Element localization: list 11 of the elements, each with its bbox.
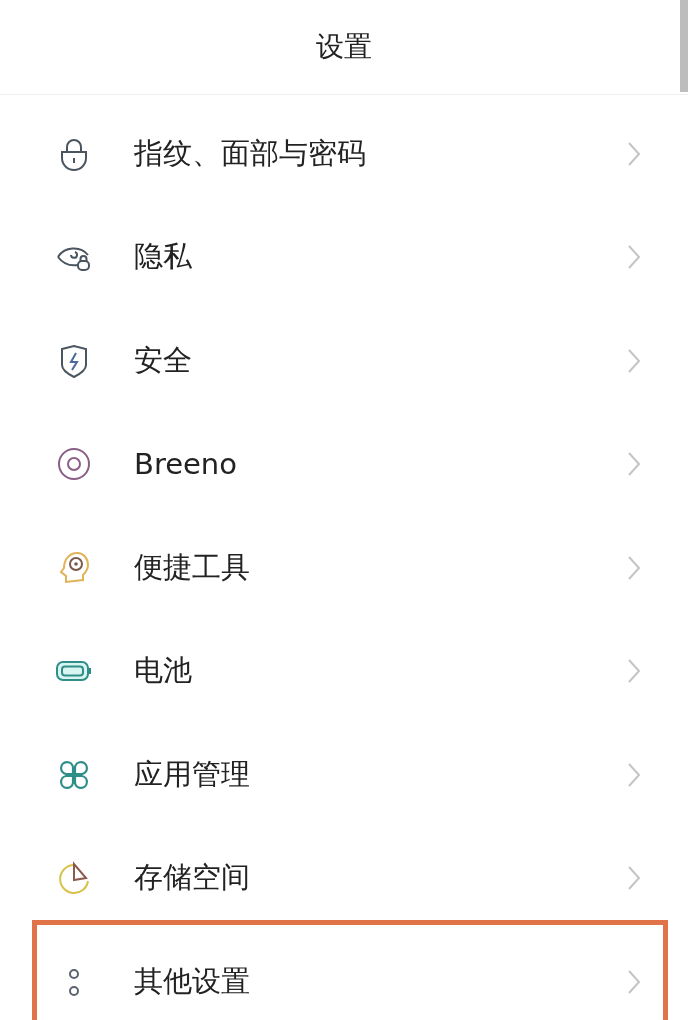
settings-item[interactable]: 隐私 [134,237,626,278]
settings-item[interactable]: 便捷工具 [134,547,626,588]
settings-item[interactable]: Breeno [134,447,626,482]
settings-item[interactable]: 安全 [134,340,626,381]
settings-item[interactable]: 电池 [134,651,626,692]
settings-item[interactable]: 指纹、面部与密码 [134,133,626,174]
settings-item[interactable]: 存储空间 [134,858,626,899]
settings-item[interactable]: 其他设置 [134,961,626,1002]
page-title: 设置 [316,29,372,65]
dots-icon [67,966,81,997]
settings-item[interactable]: 应用管理 [134,754,626,795]
